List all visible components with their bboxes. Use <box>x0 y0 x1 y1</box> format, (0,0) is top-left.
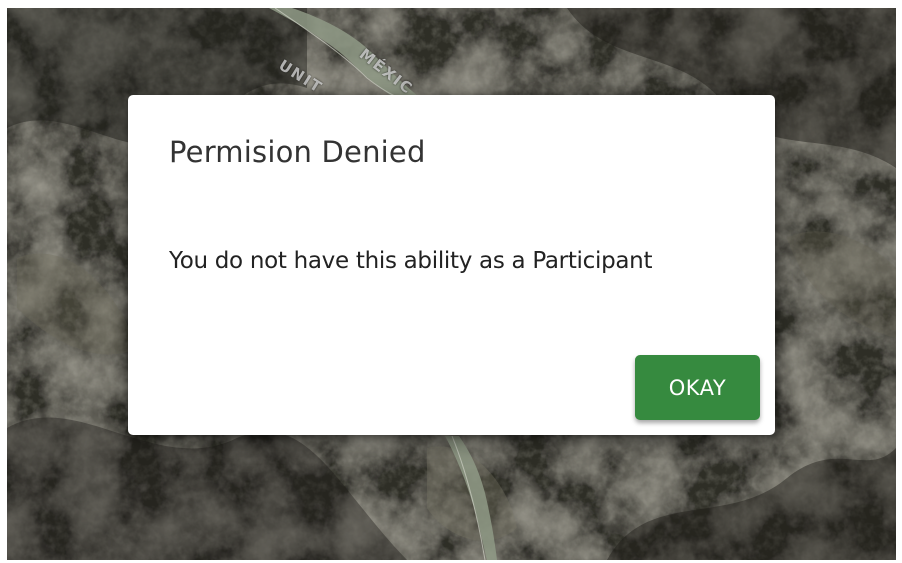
dialog-message: You do not have this ability as a Partic… <box>169 248 653 274</box>
permission-denied-dialog: Permision Denied You do not have this ab… <box>128 95 775 435</box>
dialog-title: Permision Denied <box>169 135 426 169</box>
screen: UNIT MÉXIC Permision Denied You do not h… <box>0 0 902 563</box>
okay-button[interactable]: OKAY <box>635 355 760 420</box>
